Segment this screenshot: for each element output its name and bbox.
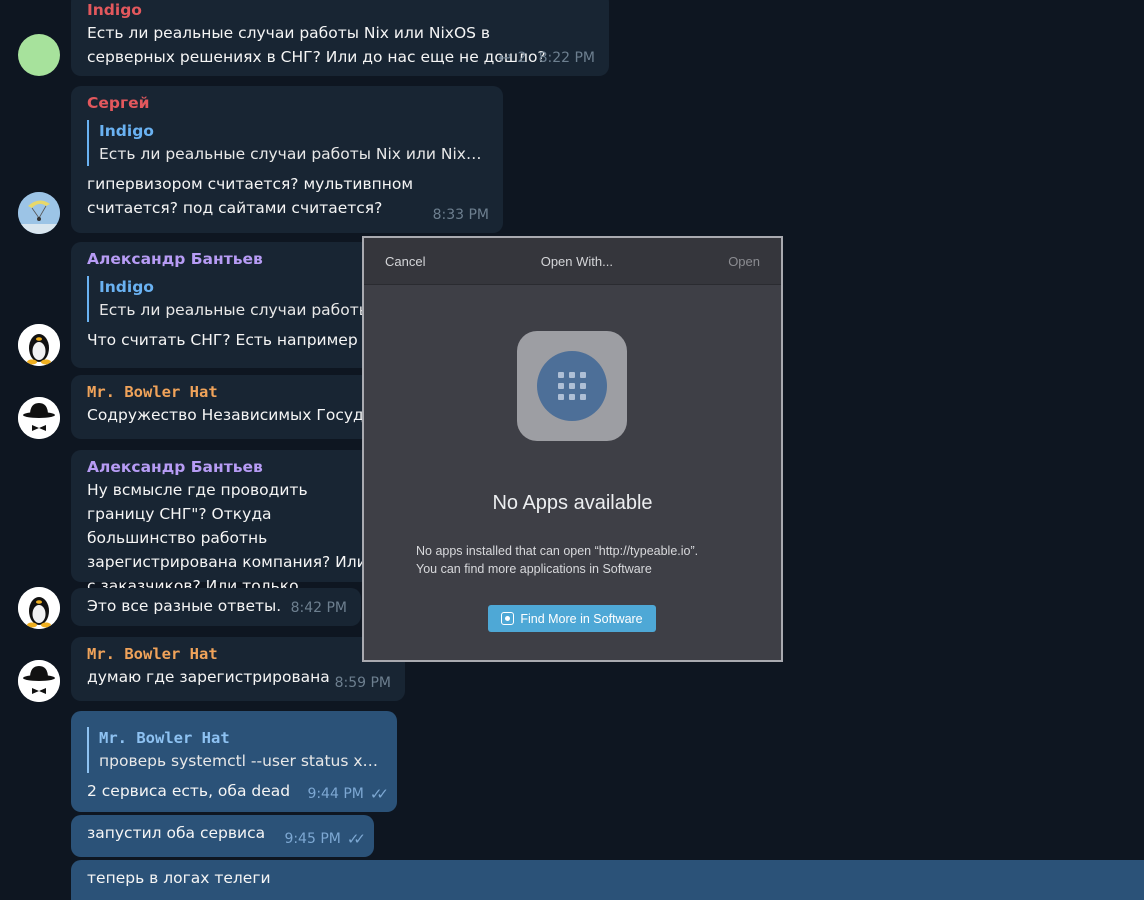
description-line-1: No apps installed that can open “http://… bbox=[416, 544, 699, 558]
no-apps-description: No apps installed that can open “http://… bbox=[416, 542, 698, 578]
reply-text: Есть ли реальные случаи работы bbox=[99, 301, 371, 319]
bowler-hat-icon bbox=[18, 397, 60, 439]
message-meta: 8:42 PM bbox=[291, 596, 347, 620]
reply-text: проверь systemctl --user status xdg... bbox=[99, 752, 383, 770]
message-text-wrap: Что считать СНГ? Есть например ty bbox=[87, 328, 378, 352]
avatar-bowler[interactable] bbox=[18, 397, 60, 439]
message-bowler[interactable]: Mr. Bowler Hat Содружество Независимых Г… bbox=[71, 375, 384, 439]
message-sergey[interactable]: Сергей Indigo Есть ли реальные случаи ра… bbox=[71, 86, 503, 233]
avatar-bowler-2[interactable] bbox=[18, 660, 60, 702]
reply-quote[interactable]: Indigo Есть ли реальные случаи работы bbox=[87, 276, 371, 322]
reply-text: Есть ли реальные случаи работы Nix или N… bbox=[99, 145, 489, 163]
message-meta: 9:45 PM ✓✓ bbox=[284, 827, 366, 851]
message-indigo[interactable]: Indigo Есть ли реальные случаи работы Ni… bbox=[71, 0, 609, 76]
reply-count[interactable]: 2 bbox=[518, 46, 527, 70]
find-more-software-button[interactable]: Find More in Software bbox=[488, 605, 656, 632]
message-alexandr-3[interactable]: Это все разные ответы. 8:42 PM bbox=[71, 588, 361, 626]
message-text: теперь в логах телеги bbox=[87, 869, 271, 887]
message-time: 9:45 PM bbox=[284, 831, 341, 847]
avatar-sergey[interactable] bbox=[18, 192, 60, 234]
message-text: Что считать СНГ? Есть например bbox=[87, 331, 363, 349]
sender-name[interactable]: Александр Бантьев bbox=[87, 456, 355, 478]
sender-name[interactable]: Александр Бантьев bbox=[87, 248, 355, 270]
tux-icon bbox=[18, 587, 60, 629]
sender-name[interactable]: Mr. Bowler Hat bbox=[87, 643, 389, 665]
apps-grid-icon bbox=[517, 331, 627, 441]
reply-arrow-icon[interactable]: ↩ bbox=[498, 46, 511, 70]
avatar-alexandr-2[interactable] bbox=[18, 587, 60, 629]
reply-quote[interactable]: Mr. Bowler Hat проверь systemctl --user … bbox=[87, 727, 383, 773]
open-with-dialog: Cancel Open With... Open No Apps availab… bbox=[362, 236, 783, 662]
description-line-2: You can find more applications in Softwa… bbox=[416, 562, 652, 576]
message-meta: 9:44 PM ✓✓ bbox=[307, 782, 389, 806]
find-more-label: Find More in Software bbox=[520, 611, 643, 626]
message-outgoing-3[interactable]: теперь в логах телеги bbox=[71, 860, 1144, 900]
message-bowler-2[interactable]: Mr. Bowler Hat думаю где зарегистрирован… bbox=[71, 637, 405, 701]
sender-name[interactable]: Сергей bbox=[87, 92, 487, 114]
message-meta: 8:33 PM bbox=[433, 203, 489, 227]
sender-name[interactable]: Indigo bbox=[87, 0, 593, 21]
message-time: 8:33 PM bbox=[432, 207, 489, 223]
double-check-icon: ✓✓ bbox=[346, 830, 366, 848]
avatar-alexandr[interactable] bbox=[18, 324, 60, 366]
message-meta: ↩ 2 8:22 PM bbox=[498, 46, 595, 70]
message-alexandr-2[interactable]: Александр Бантьев Ну всмысле где проводи… bbox=[71, 450, 371, 619]
tux-icon bbox=[18, 324, 60, 366]
message-alexandr[interactable]: Александр Бантьев Indigo Есть ли реальны… bbox=[71, 242, 378, 368]
message-time: 8:59 PM bbox=[334, 675, 391, 691]
no-apps-heading: No Apps available bbox=[492, 492, 653, 514]
message-time: 8:42 PM bbox=[290, 600, 347, 616]
open-button[interactable]: Open bbox=[728, 254, 760, 269]
dialog-header: Cancel Open With... Open bbox=[364, 238, 781, 285]
reply-sender: Mr. Bowler Hat bbox=[99, 729, 230, 747]
message-time: 9:44 PM bbox=[307, 786, 364, 802]
cancel-button[interactable]: Cancel bbox=[385, 254, 425, 269]
double-check-icon: ✓✓ bbox=[369, 785, 389, 803]
reply-sender: Indigo bbox=[99, 122, 154, 140]
reply-quote[interactable]: Indigo Есть ли реальные случаи работы Ni… bbox=[87, 120, 489, 166]
message-outgoing-1[interactable]: Mr. Bowler Hat проверь systemctl --user … bbox=[71, 711, 397, 812]
bowler-hat-icon bbox=[18, 660, 60, 702]
avatar-indigo[interactable] bbox=[18, 34, 60, 76]
parachute-icon bbox=[18, 192, 60, 234]
message-outgoing-2[interactable]: запустил оба сервиса 9:45 PM ✓✓ bbox=[71, 815, 374, 857]
message-meta: 8:59 PM bbox=[335, 671, 391, 695]
message-time: 8:22 PM bbox=[538, 50, 595, 66]
sender-name[interactable]: Mr. Bowler Hat bbox=[87, 381, 355, 403]
dialog-title: Open With... bbox=[540, 253, 613, 269]
software-icon bbox=[501, 612, 515, 625]
reply-sender: Indigo bbox=[99, 278, 154, 296]
message-text: Содружество Независимых Государ bbox=[87, 406, 384, 424]
